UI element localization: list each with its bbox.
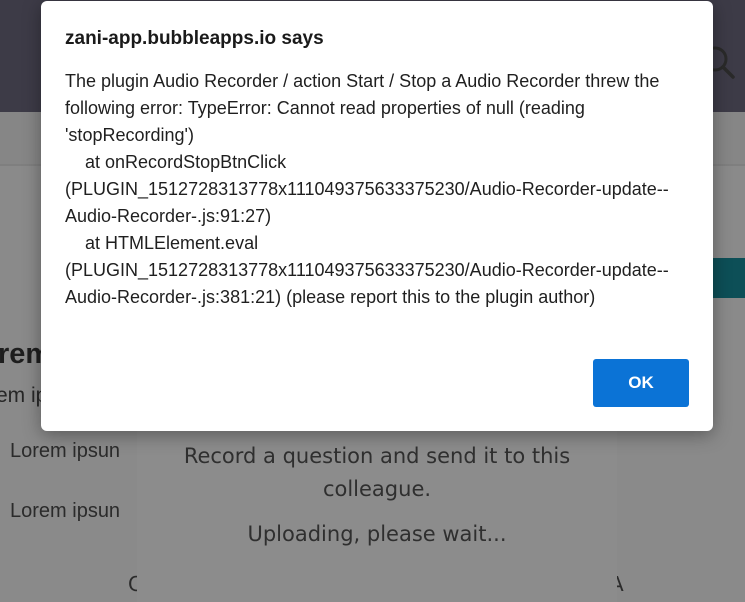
recorder-prompt: Record a question and send it to this co… [183,444,571,501]
ok-button[interactable]: OK [593,359,689,407]
list-item[interactable]: Lorem ipsun [10,440,120,463]
alert-dialog: zani-app.bubbleapps.io says The plugin A… [41,1,713,431]
recorder-card: Record a question and send it to this co… [137,430,617,602]
dialog-message: The plugin Audio Recorder / action Start… [65,71,669,307]
upload-status: Uploading, please wait... [247,522,507,546]
list-item[interactable]: Lorem ipsun [10,500,120,523]
dialog-title: zani-app.bubbleapps.io says [65,28,324,49]
